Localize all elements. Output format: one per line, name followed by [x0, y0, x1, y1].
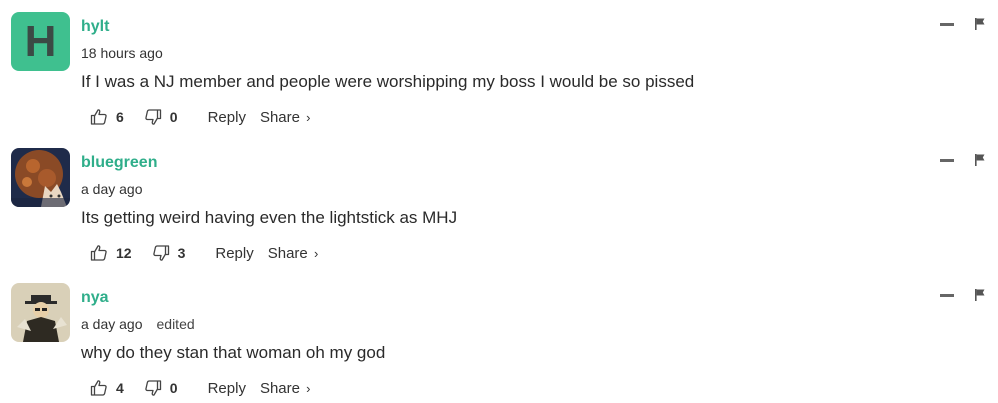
comment-text: Its getting weird having even the lights…	[81, 208, 458, 227]
like-button[interactable]: 4	[90, 379, 124, 397]
comment: H hylt 18 hours ago If I was a NJ member…	[0, 0, 998, 132]
like-button[interactable]: 6	[90, 108, 124, 126]
minus-icon[interactable]	[940, 23, 954, 26]
avatar[interactable]	[11, 283, 70, 342]
timestamp[interactable]: a day ago	[81, 316, 143, 332]
timestamp[interactable]: 18 hours ago	[81, 45, 163, 61]
thumbs-down-icon	[144, 108, 162, 126]
edited-label: edited	[156, 316, 195, 332]
thumbs-up-icon	[90, 244, 108, 262]
reply-button[interactable]: Reply	[208, 109, 246, 126]
comment-actions: 6 0 Reply Share ›	[90, 107, 311, 127]
comment: nya a day ago edited why do they stan tha…	[0, 271, 998, 403]
dislike-count: 3	[177, 245, 186, 261]
like-button[interactable]: 12	[90, 244, 132, 262]
username[interactable]: hylt	[81, 18, 109, 36]
comment-text: If I was a NJ member and people were wor…	[81, 72, 695, 91]
chevron-right-icon: ›	[306, 109, 311, 125]
dislike-button[interactable]: 0	[144, 379, 178, 397]
avatar[interactable]: H	[11, 12, 70, 71]
dislike-button[interactable]: 3	[152, 244, 186, 262]
like-count: 6	[116, 109, 124, 125]
thumbs-up-icon	[90, 379, 108, 397]
dislike-count: 0	[169, 380, 178, 396]
flag-icon[interactable]	[974, 153, 986, 167]
dislike-count: 0	[169, 109, 178, 125]
share-button[interactable]: Share ›	[260, 380, 311, 397]
share-button[interactable]: Share ›	[268, 245, 319, 262]
minus-icon[interactable]	[940, 294, 954, 297]
like-count: 4	[116, 380, 124, 396]
thumbs-down-icon	[152, 244, 170, 262]
comment: bluegreen a day ago Its getting weird ha…	[0, 136, 998, 268]
comment-meta: a day ago edited	[81, 316, 195, 332]
minus-icon[interactable]	[940, 159, 954, 162]
share-label: Share	[267, 244, 308, 262]
reply-button[interactable]: Reply	[215, 245, 253, 262]
comment-actions: 12 3 Reply Share ›	[90, 243, 318, 263]
username[interactable]: nya	[81, 289, 109, 307]
dislike-button[interactable]: 0	[144, 108, 178, 126]
share-label: Share	[259, 379, 300, 397]
username[interactable]: bluegreen	[81, 154, 157, 172]
chevron-right-icon: ›	[306, 380, 311, 396]
like-count: 12	[116, 245, 132, 261]
flag-icon[interactable]	[974, 288, 986, 302]
share-button[interactable]: Share ›	[260, 109, 311, 126]
comment-actions: 4 0 Reply Share ›	[90, 378, 311, 398]
flag-icon[interactable]	[974, 17, 986, 31]
comment-text: why do they stan that woman oh my god	[81, 343, 386, 362]
avatar[interactable]	[11, 148, 70, 207]
chevron-right-icon: ›	[313, 245, 319, 261]
reply-button[interactable]: Reply	[208, 380, 246, 397]
thumbs-down-icon	[144, 379, 162, 397]
comment-meta: 18 hours ago	[81, 45, 163, 61]
comment-meta: a day ago	[81, 181, 143, 197]
share-label: Share	[259, 108, 300, 126]
timestamp[interactable]: a day ago	[81, 181, 143, 197]
thumbs-up-icon	[90, 108, 108, 126]
